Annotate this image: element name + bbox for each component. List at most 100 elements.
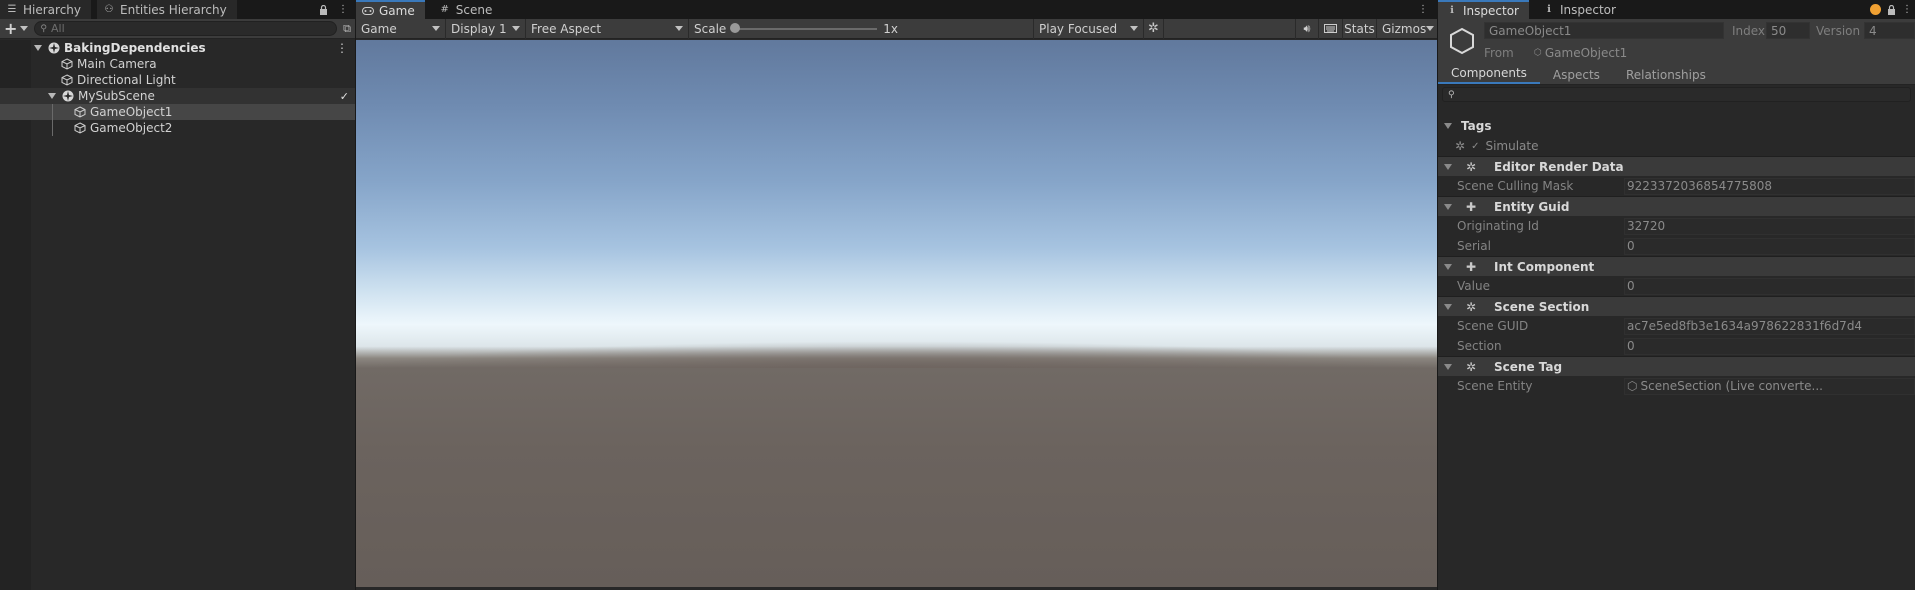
tab-hierarchy[interactable]: ☰ Hierarchy [0, 0, 92, 19]
hierarchy-tree: BakingDependencies ⋮ Main Camera Directi… [0, 40, 355, 590]
more-options-icon[interactable]: ⋮ [337, 0, 349, 19]
property-value: SceneSection (Live converte... [1640, 379, 1823, 393]
index-value: 50 [1771, 23, 1787, 38]
game-viewport[interactable] [356, 40, 1437, 587]
list-icon: ☰ [7, 4, 17, 15]
inspector-subtabs: Components Aspects Relationships [1438, 65, 1915, 85]
aspect-dropdown[interactable]: Free Aspect [526, 18, 689, 39]
section-header-tags[interactable]: Tags [1438, 116, 1915, 136]
tab-components[interactable]: Components [1438, 66, 1540, 84]
section-header-int-component[interactable]: ✚ Int Component [1438, 256, 1915, 276]
hierarchy-search[interactable]: ⚲ All [34, 21, 338, 36]
tag-label: Simulate [1485, 139, 1539, 153]
speaker-icon: 🔊︎ [1303, 21, 1311, 35]
component-puzzle-icon: ✲ [1465, 359, 1477, 374]
more-options-icon[interactable]: ⋮ [1417, 0, 1429, 19]
section-header-scene-tag[interactable]: ✲ Scene Tag [1438, 356, 1915, 376]
fold-arrow-icon[interactable] [48, 93, 56, 99]
entity-reference-field[interactable]: ⬡ SceneSection (Live converte... [1624, 377, 1915, 395]
more-options-icon[interactable]: ⋮ [336, 41, 348, 55]
chevron-down-icon [20, 26, 29, 31]
view-mode-dropdown[interactable]: Game [356, 18, 446, 39]
tree-item-main-camera[interactable]: Main Camera [0, 56, 355, 72]
bug-button[interactable]: ✲ [1144, 18, 1164, 39]
section-header-entity-guid[interactable]: ✚ Entity Guid [1438, 196, 1915, 216]
fold-arrow-icon[interactable] [34, 45, 42, 51]
tab-aspects[interactable]: Aspects [1540, 68, 1613, 84]
tree-item-my-sub-scene[interactable]: MySubScene ✓ [0, 88, 355, 104]
section-header-scene-section[interactable]: ✲ Scene Section [1438, 296, 1915, 316]
section-header-editor-render-data[interactable]: ✲ Editor Render Data [1438, 156, 1915, 176]
tree-item-label: GameObject2 [90, 121, 173, 135]
component-search-bar: ⚲ [1438, 85, 1915, 104]
stats-button[interactable]: Stats [1343, 18, 1377, 39]
tree-item-directional-light[interactable]: Directional Light [0, 72, 355, 88]
scale-slider-knob[interactable] [730, 22, 741, 33]
property-value[interactable]: 0 [1624, 277, 1915, 295]
fold-arrow-icon[interactable] [1444, 363, 1452, 370]
tree-item-gameobject1[interactable]: GameObject1 [0, 104, 355, 120]
from-field[interactable]: ⬡ GameObject1 [1530, 44, 1915, 61]
entity-name: GameObject1 [1489, 23, 1572, 38]
play-mode-dropdown[interactable]: Play Focused [1034, 18, 1144, 39]
tab-inspector-1[interactable]: ℹ Inspector [1438, 0, 1529, 19]
tab-entities-hierarchy[interactable]: ⚇ Entities Hierarchy [97, 0, 237, 19]
property-value[interactable]: 9223372036854775808 [1624, 177, 1915, 195]
search-icon: ⚲ [1448, 89, 1455, 100]
lock-icon[interactable] [317, 0, 329, 19]
tab-label: Inspector [1463, 3, 1519, 18]
property-row: Serial 0 [1438, 236, 1915, 256]
display-dropdown[interactable]: Display 1 [446, 18, 526, 39]
property-row: Value 0 [1438, 276, 1915, 296]
index-label: Index [1732, 24, 1766, 38]
create-button[interactable]: + [4, 18, 29, 38]
property-value[interactable]: ac7e5ed8fb3e1634a978622831f6d7d4 [1624, 317, 1915, 335]
version-label: Version [1816, 24, 1861, 38]
mute-audio-button[interactable]: 🔊︎ [1295, 18, 1319, 39]
property-value[interactable]: 0 [1624, 337, 1915, 355]
section-title: Scene Tag [1494, 359, 1563, 374]
property-value[interactable]: 0 [1624, 237, 1915, 255]
tree-item-gameobject2[interactable]: GameObject2 [0, 120, 355, 136]
search-options-icon[interactable]: ⧉ [343, 22, 351, 36]
gamepad-icon [362, 5, 374, 17]
tree-item-baking-dependencies[interactable]: BakingDependencies ⋮ [0, 40, 355, 56]
tab-game[interactable]: Game [356, 0, 425, 19]
fold-arrow-icon[interactable] [1444, 163, 1452, 170]
component-search-input[interactable]: ⚲ [1442, 87, 1911, 102]
tab-label: Game [379, 3, 415, 18]
section-title: Tags [1461, 119, 1492, 133]
fold-arrow-icon[interactable] [1444, 203, 1452, 210]
chevron-down-icon [512, 26, 520, 31]
section-title: Scene Section [1494, 299, 1590, 314]
tab-relationships[interactable]: Relationships [1613, 68, 1719, 84]
tree-item-label: MySubScene [78, 89, 155, 103]
fold-arrow-icon[interactable] [1444, 123, 1452, 129]
game-toolbar: Game Display 1 Free Aspect Scale 1x Play… [356, 18, 1437, 39]
entity-name-field[interactable]: GameObject1 [1484, 22, 1724, 39]
component-puzzle-icon: ✲ [1465, 159, 1477, 174]
lock-icon[interactable] [1885, 0, 1897, 19]
index-field[interactable]: 50 [1766, 22, 1810, 39]
more-options-icon[interactable]: ⋮ [1901, 0, 1913, 19]
version-field[interactable]: 4 [1864, 22, 1915, 39]
property-row: Scene Culling Mask 9223372036854775808 [1438, 176, 1915, 196]
scale-slider[interactable] [730, 22, 878, 33]
fold-arrow-icon[interactable] [1444, 303, 1452, 310]
component-list: Tags ✲ ✓ Simulate ✲ Editor Render Data S… [1438, 116, 1915, 396]
info-icon: ℹ [1547, 4, 1551, 15]
keyboard-shortcuts-button[interactable] [1319, 18, 1343, 39]
property-value[interactable]: 32720 [1624, 217, 1915, 235]
tree-item-label: GameObject1 [90, 105, 173, 119]
gizmos-dropdown[interactable]: Gizmos [1377, 19, 1437, 39]
property-row: Scene GUID ac7e5ed8fb3e1634a978622831f6d… [1438, 316, 1915, 336]
cube-icon [61, 58, 73, 70]
fold-arrow-icon[interactable] [1444, 263, 1452, 270]
plus-icon: + [4, 18, 18, 38]
tab-scene[interactable]: # Scene [433, 0, 503, 19]
tab-inspector-2[interactable]: ℹ Inspector [1537, 0, 1626, 19]
component-puzzle-icon: ✚ [1465, 259, 1477, 274]
check-icon[interactable]: ✓ [340, 90, 349, 103]
property-label: Scene Culling Mask [1457, 179, 1574, 193]
entities-icon: ⚇ [104, 4, 114, 15]
